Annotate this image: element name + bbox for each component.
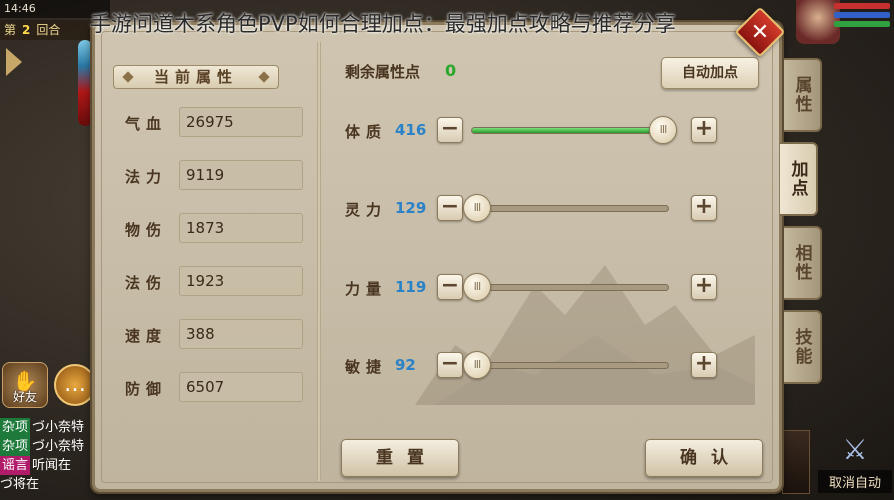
increase-button[interactable]: + xyxy=(691,274,717,300)
auto-allocate-button[interactable]: 自动加点 xyxy=(661,57,759,89)
attribute-name: 敏捷 xyxy=(345,358,388,376)
stat-label: 物伤 xyxy=(125,221,168,239)
chat-text: 听闻在 xyxy=(32,458,72,473)
chat-line: 杂项 づ小奈特 xyxy=(0,418,96,437)
attribute-row: 体质 416− III + xyxy=(345,115,775,145)
stat-value: 9119 xyxy=(179,160,303,190)
round-indicator: 第 2 回合 xyxy=(0,20,96,40)
stat-value: 1873 xyxy=(179,213,303,243)
crossed-swords-icon: ⚔ xyxy=(842,433,868,466)
stat-label: 法伤 xyxy=(125,274,168,292)
chat-channel-tag: 谣言 xyxy=(0,456,31,475)
increase-button[interactable]: + xyxy=(691,352,717,378)
decrease-button[interactable]: − xyxy=(437,274,463,300)
hp-bar xyxy=(834,3,890,9)
attribute-panel: 当前属性 气血 26975 法力 9119 物伤 1873 法伤 1923 速度 388 防御 650… xyxy=(92,22,782,492)
friends-button[interactable]: ✋ 好友 xyxy=(2,362,48,408)
decrease-button[interactable]: − xyxy=(437,352,463,378)
attribute-value: 416 xyxy=(395,121,427,139)
chat-text: づ小奈特 xyxy=(32,439,85,454)
slider-fill xyxy=(472,128,663,133)
stat-label: 速度 xyxy=(125,327,168,345)
reset-button[interactable]: 重置 xyxy=(341,439,459,477)
chat-bubble-button[interactable]: … xyxy=(54,364,96,406)
side-tab[interactable]: 技能 xyxy=(784,310,822,384)
stat-row: 气血 26975 xyxy=(125,107,305,137)
slider-thumb[interactable]: III xyxy=(462,273,491,301)
chat-line: 谣言 听闻在 xyxy=(0,456,96,475)
remaining-points-value: 0 xyxy=(445,61,457,80)
chat-line: づ将在 xyxy=(0,475,96,494)
stat-value: 1923 xyxy=(179,266,303,296)
attribute-name: 灵力 xyxy=(345,201,388,219)
cancel-auto-button[interactable]: ⚔ 取消自动 xyxy=(818,430,892,494)
stat-label: 防御 xyxy=(125,380,168,398)
stat-row: 防御 6507 xyxy=(125,372,305,402)
column-divider xyxy=(317,41,321,481)
chat-line: 杂项 づ小奈特 xyxy=(0,437,96,456)
increase-button[interactable]: + xyxy=(691,117,717,143)
side-shortcut-button[interactable] xyxy=(782,430,810,494)
slider-thumb[interactable]: III xyxy=(462,194,491,222)
attribute-value: 119 xyxy=(395,278,427,296)
page-title: 手游问道木系角色PVP如何合理加点：最强加点攻略与推荐分享 xyxy=(90,12,676,36)
stat-value: 6507 xyxy=(179,372,303,402)
attribute-name: 力量 xyxy=(345,280,388,298)
chat-text: づ小奈特 xyxy=(32,420,85,435)
stat-label: 法力 xyxy=(125,168,168,186)
clock: 14:46 xyxy=(4,2,36,15)
bell-ornament-icon xyxy=(78,40,92,126)
stat-row: 法力 9119 xyxy=(125,160,305,190)
status-bars xyxy=(830,0,894,30)
side-tab[interactable]: 属性 xyxy=(784,58,822,132)
attribute-slider-track[interactable] xyxy=(471,205,669,212)
attribute-row: 灵力 129− III + xyxy=(345,193,775,223)
current-attrs-title: 当前属性 xyxy=(113,65,279,89)
attribute-slider-track[interactable] xyxy=(471,284,669,291)
side-tab[interactable]: 加点 xyxy=(780,142,818,216)
attribute-row: 力量 119− III + xyxy=(345,272,775,302)
round-number: 2 xyxy=(22,23,31,37)
attribute-row: 敏捷 92 − III + xyxy=(345,350,775,380)
exp-bar xyxy=(834,21,890,27)
attribute-value: 129 xyxy=(395,199,427,217)
decrease-button[interactable]: − xyxy=(437,117,463,143)
remaining-points-label: 剩余属性点 xyxy=(345,63,421,81)
confirm-button[interactable]: 确认 xyxy=(645,439,763,477)
chat-log[interactable]: 杂项 づ小奈特 杂项 づ小奈特 谣言 听闻在 づ将在 xyxy=(0,418,96,494)
attribute-slider-track[interactable] xyxy=(471,362,669,369)
attribute-name: 体质 xyxy=(345,123,388,141)
stat-value: 388 xyxy=(179,319,303,349)
stat-value: 26975 xyxy=(179,107,303,137)
stat-row: 法伤 1923 xyxy=(125,266,305,296)
attribute-value: 92 xyxy=(395,356,416,374)
stat-row: 物伤 1873 xyxy=(125,213,305,243)
stat-label: 气血 xyxy=(125,115,168,133)
increase-button[interactable]: + xyxy=(691,195,717,221)
chat-text: づ将在 xyxy=(0,477,40,492)
slider-thumb[interactable]: III xyxy=(462,351,491,379)
slider-thumb[interactable]: III xyxy=(649,116,678,144)
attribute-slider-track[interactable] xyxy=(471,127,669,134)
decrease-button[interactable]: − xyxy=(437,195,463,221)
chat-channel-tag: 杂项 xyxy=(0,418,31,437)
side-tab[interactable]: 相性 xyxy=(784,226,822,300)
expand-arrow-icon[interactable] xyxy=(6,48,22,76)
chat-channel-tag: 杂项 xyxy=(0,437,31,456)
stat-row: 速度 388 xyxy=(125,319,305,349)
mp-bar xyxy=(834,12,890,18)
